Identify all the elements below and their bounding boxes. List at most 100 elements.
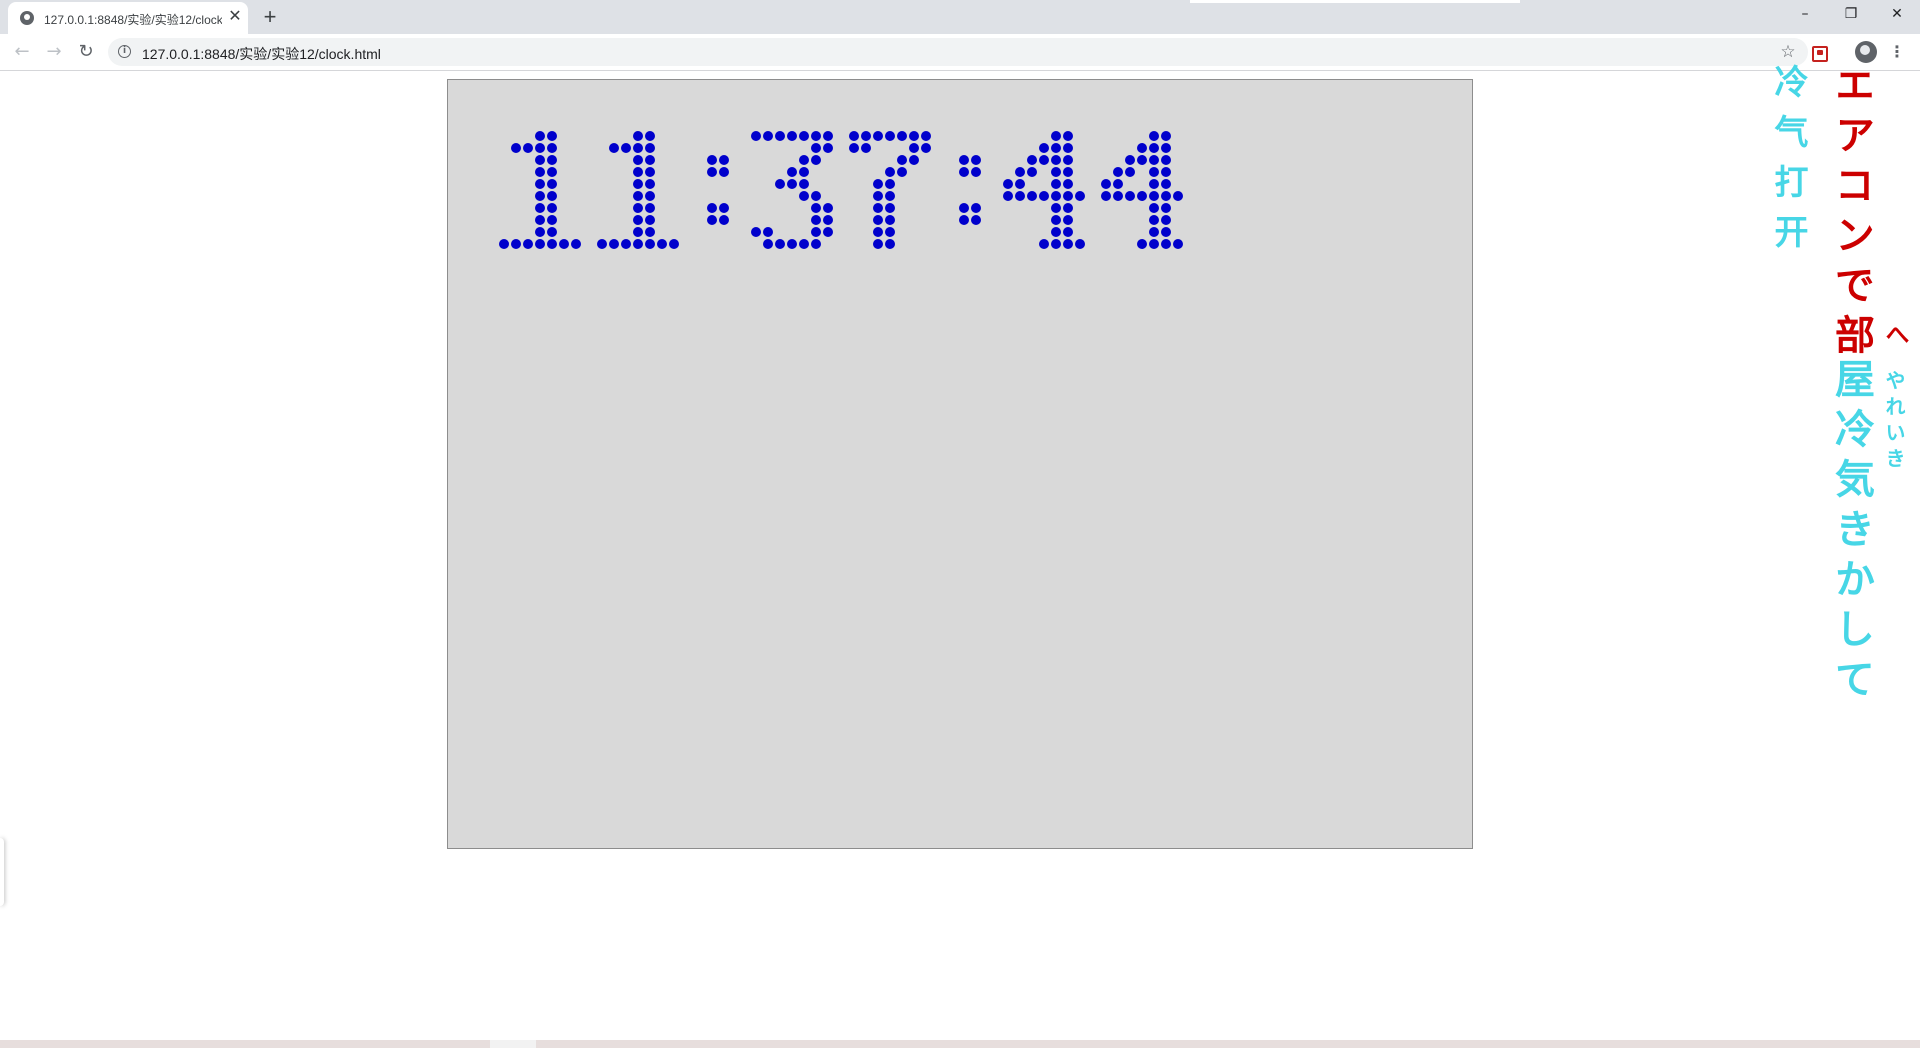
clock-digit-3: [751, 131, 833, 249]
clock-dot: [707, 155, 717, 165]
clock-dot: [971, 167, 981, 177]
reload-button[interactable]: ↻: [72, 38, 100, 66]
clock-dot: [547, 215, 557, 225]
clock-dot: [719, 203, 729, 213]
clock-dot: [1063, 239, 1073, 249]
clock-dot: [1015, 191, 1025, 201]
clock-dot: [1125, 167, 1135, 177]
clock-dot: [849, 143, 859, 153]
clock-dot: [1173, 191, 1183, 201]
clock-dot: [1161, 131, 1171, 141]
clock-dot: [1149, 131, 1159, 141]
clock-dot: [621, 239, 631, 249]
clock-dot: [751, 227, 761, 237]
clock-dot: [959, 203, 969, 213]
clock-dot: [633, 155, 643, 165]
clock-dot: [645, 239, 655, 249]
clock-dot: [1161, 143, 1171, 153]
clock-dot: [1161, 191, 1171, 201]
clock-dot: [763, 131, 773, 141]
side-tab[interactable]: [0, 838, 4, 906]
vertical-text-furigana: やれいき: [1882, 370, 1906, 474]
restore-button[interactable]: ❐: [1828, 0, 1874, 28]
clock-dot: [1039, 239, 1049, 249]
clock-dot: [849, 131, 859, 141]
clock-dot: [1161, 203, 1171, 213]
toolbar: ← → ↻ i 127.0.0.1:8848/实验/实验12/clock.htm…: [0, 34, 1920, 71]
clock-dot: [633, 203, 643, 213]
clock-dot: [1051, 167, 1061, 177]
clock-dot: [1125, 155, 1135, 165]
clock-dot: [633, 131, 643, 141]
vertical-text-japanese-red: エアコンで部: [1828, 64, 1875, 364]
pocket-icon[interactable]: [1812, 46, 1828, 62]
clock-dot: [763, 239, 773, 249]
clock-dot: [1125, 191, 1135, 201]
clock-digit-1: [597, 131, 679, 249]
clock-colon: [959, 155, 981, 225]
clock-dot: [971, 203, 981, 213]
clock-dot: [799, 239, 809, 249]
clock-dot: [645, 191, 655, 201]
forward-button[interactable]: →: [40, 38, 68, 66]
clock-dot: [1101, 191, 1111, 201]
clock-dot: [547, 155, 557, 165]
clock-dot: [885, 203, 895, 213]
clock-dot: [1161, 227, 1171, 237]
clock-dot: [633, 143, 643, 153]
clock-dot: [1137, 155, 1147, 165]
close-window-button[interactable]: ✕: [1874, 0, 1920, 28]
clock-dot: [559, 239, 569, 249]
clock-dot: [1063, 155, 1073, 165]
clock-dot: [909, 143, 919, 153]
clock-dot: [547, 227, 557, 237]
clock-dot: [873, 179, 883, 189]
clock-dot: [885, 191, 895, 201]
new-tab-button[interactable]: +: [258, 5, 282, 29]
address-bar[interactable]: i 127.0.0.1:8848/实验/实验12/clock.html ☆: [108, 38, 1808, 66]
clock-dot: [645, 143, 655, 153]
clock-dot: [811, 131, 821, 141]
clock-dot: [535, 179, 545, 189]
clock-dot: [897, 155, 907, 165]
clock-digit-4: [1003, 131, 1085, 249]
menu-icon[interactable]: ⋮: [1888, 41, 1906, 63]
clock-dot: [1027, 191, 1037, 201]
clock-dot: [645, 131, 655, 141]
clock-dot: [1051, 203, 1061, 213]
clock-dot: [873, 215, 883, 225]
clock-dot: [1149, 143, 1159, 153]
clock-dot: [1063, 143, 1073, 153]
clock-dot: [523, 143, 533, 153]
clock-dot: [873, 131, 883, 141]
clock-dot: [535, 239, 545, 249]
clock-dot: [719, 167, 729, 177]
back-button[interactable]: ←: [8, 38, 36, 66]
clock-dot: [799, 155, 809, 165]
clock-dot: [1149, 215, 1159, 225]
clock-dot: [1063, 191, 1073, 201]
clock-dot: [1137, 143, 1147, 153]
globe-icon: [20, 11, 34, 25]
avatar-icon[interactable]: [1855, 41, 1877, 63]
overlay-bar: [1190, 0, 1520, 3]
clock-dot: [909, 155, 919, 165]
star-icon[interactable]: ☆: [1776, 40, 1800, 64]
clock-dot: [633, 179, 643, 189]
clock-dot: [861, 131, 871, 141]
url-text[interactable]: 127.0.0.1:8848/实验/实验12/clock.html: [142, 44, 381, 64]
clock-dot: [1149, 191, 1159, 201]
clock-dot: [1149, 179, 1159, 189]
clock-dot: [707, 215, 717, 225]
tab-close-icon[interactable]: ✕: [226, 8, 244, 26]
dot-matrix-clock: [499, 131, 1183, 249]
clock-dot: [1137, 191, 1147, 201]
minimize-button[interactable]: –: [1782, 0, 1828, 28]
clock-dot: [547, 239, 557, 249]
info-icon[interactable]: i: [118, 45, 131, 58]
clock-dot: [823, 227, 833, 237]
clock-dot: [1161, 239, 1171, 249]
tab-clock[interactable]: 127.0.0.1:8848/实验/实验12/clock.html ✕: [8, 2, 248, 34]
clock-dot: [873, 203, 883, 213]
clock-dot: [547, 131, 557, 141]
